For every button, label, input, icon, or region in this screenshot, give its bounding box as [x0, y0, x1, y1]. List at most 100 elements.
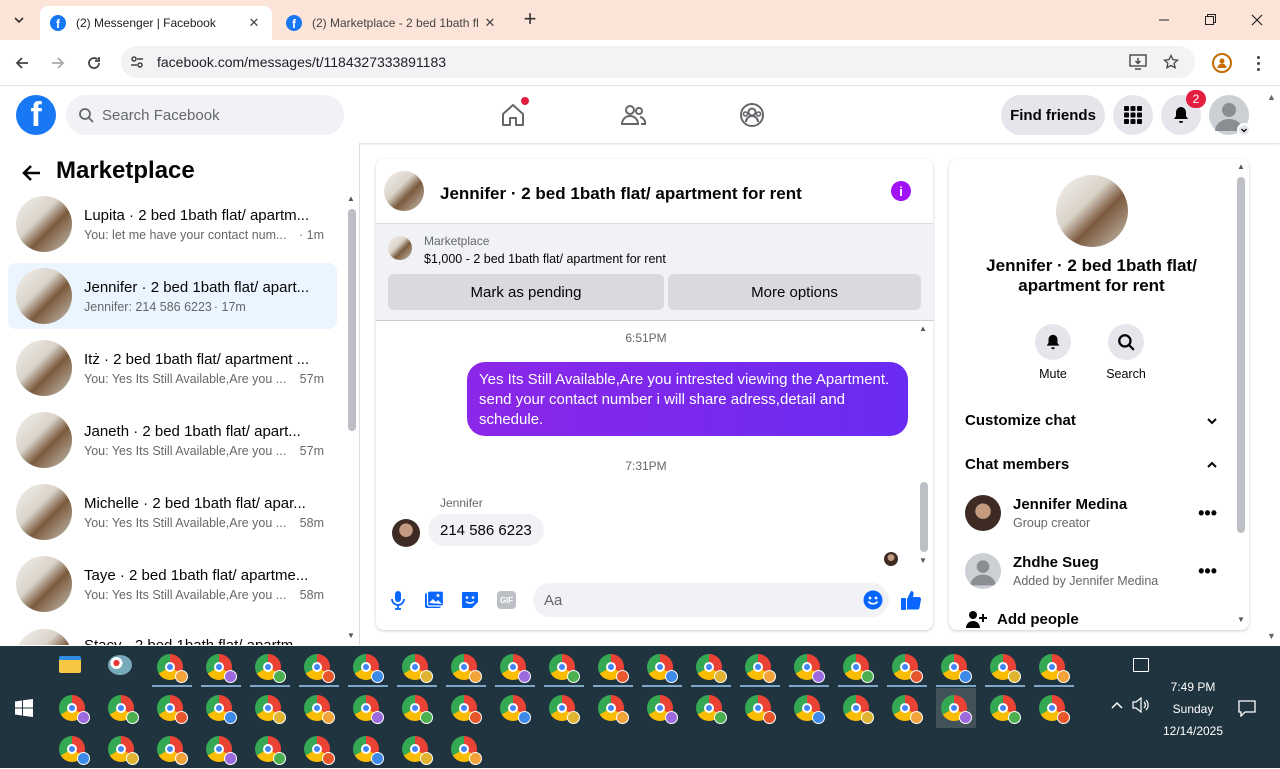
friends-nav[interactable] — [617, 99, 649, 131]
conversation-item[interactable]: Michelle · 2 bed 1bath flat/ apar... You… — [8, 479, 337, 545]
forward-button[interactable] — [46, 51, 70, 75]
chrome-profile-icon[interactable] — [593, 688, 633, 728]
chrome-profile-icon[interactable] — [201, 688, 241, 728]
chrome-profile-icon[interactable] — [936, 688, 976, 728]
action-center-button[interactable] — [1238, 699, 1256, 722]
conversation-info-button[interactable]: i — [891, 181, 911, 201]
chrome-profile-icon[interactable] — [446, 729, 486, 769]
chrome-profile-icon[interactable] — [152, 729, 192, 769]
close-window-button[interactable] — [1245, 11, 1269, 29]
start-button[interactable] — [15, 699, 33, 717]
incoming-message[interactable]: 214 586 6223 — [428, 514, 544, 546]
chrome-profile-icon[interactable] — [495, 647, 535, 687]
close-tab-icon[interactable]: ✕ — [482, 15, 498, 31]
show-hidden-icons-button[interactable] — [1110, 698, 1124, 715]
chrome-profile-icon[interactable] — [936, 647, 976, 687]
conversation-item[interactable]: Taye · 2 bed 1bath flat/ apartme... You:… — [8, 551, 337, 617]
chrome-profile-icon[interactable] — [250, 647, 290, 687]
new-tab-button[interactable]: + — [518, 8, 542, 32]
home-nav[interactable] — [497, 97, 529, 131]
chrome-profile-icon[interactable] — [299, 647, 339, 687]
page-scroll-down-arrow[interactable]: ▼ — [1267, 631, 1276, 641]
chrome-profile-icon[interactable] — [838, 688, 878, 728]
tab-messenger[interactable]: f (2) Messenger | Facebook ✕ — [40, 6, 272, 40]
chrome-profile-icon[interactable] — [54, 688, 94, 728]
bookmark-star-icon[interactable] — [1163, 54, 1179, 70]
conversation-item[interactable]: Lupita · 2 bed 1bath flat/ apartm... You… — [8, 191, 337, 257]
chrome-profile-icon[interactable] — [397, 647, 437, 687]
install-app-icon[interactable] — [1129, 54, 1147, 70]
chrome-profile-icon[interactable] — [544, 688, 584, 728]
attach-media-button[interactable] — [424, 590, 445, 610]
search-conversation-button[interactable]: Search — [1101, 324, 1151, 381]
chat-avatar[interactable] — [384, 171, 424, 211]
emoji-icon[interactable] — [863, 590, 883, 610]
chrome-profile-icon[interactable] — [985, 647, 1025, 687]
chrome-profile-icon[interactable] — [740, 647, 780, 687]
profile-button[interactable] — [1212, 53, 1232, 73]
chrome-profile-icon[interactable] — [740, 688, 780, 728]
reload-button[interactable] — [82, 51, 106, 75]
chrome-profile-icon[interactable] — [446, 688, 486, 728]
sender-avatar[interactable] — [392, 519, 420, 547]
system-clock[interactable]: 7:49 PM Sunday 12/14/2025 — [1158, 676, 1228, 742]
volume-button[interactable] — [1132, 696, 1150, 718]
chrome-profile-icon[interactable] — [201, 729, 241, 769]
info-scroll-up-arrow[interactable]: ▲ — [1237, 162, 1245, 171]
member-item[interactable]: Jennifer Medina Group creator ••• — [965, 493, 1225, 533]
chrome-profile-icon[interactable] — [446, 647, 486, 687]
conversation-item[interactable]: Itż · 2 bed 1bath flat/ apartment ... Yo… — [8, 335, 337, 401]
url-text[interactable]: facebook.com/messages/t/1184327333891183 — [157, 54, 446, 70]
back-button[interactable] — [20, 161, 44, 185]
facebook-logo[interactable]: f — [16, 95, 56, 135]
sticker-button[interactable] — [460, 590, 480, 610]
chrome-profile-icon[interactable] — [887, 688, 927, 728]
chrome-profile-icon[interactable] — [54, 729, 94, 769]
conversation-item[interactable]: Stacy · 2 bed 1bath flat/ apartm... — [8, 623, 337, 645]
chrome-profile-icon[interactable] — [299, 688, 339, 728]
find-friends-button[interactable]: Find friends — [1001, 95, 1105, 135]
chrome-profile-icon[interactable] — [985, 688, 1025, 728]
chrome-profile-icon[interactable] — [250, 688, 290, 728]
info-scroll-down-arrow[interactable]: ▼ — [1237, 615, 1245, 624]
chrome-profile-icon[interactable] — [348, 647, 388, 687]
paint-app-icon[interactable] — [103, 647, 143, 687]
page-scroll-up-arrow[interactable]: ▲ — [1267, 92, 1276, 102]
info-scrollbar[interactable] — [1237, 177, 1245, 533]
address-bar[interactable]: facebook.com/messages/t/1184327333891183 — [121, 46, 1195, 78]
chrome-profile-icon[interactable] — [299, 729, 339, 769]
chrome-profile-icon[interactable] — [789, 647, 829, 687]
tab-marketplace[interactable]: f (2) Marketplace - 2 bed 1bath fl ✕ — [276, 6, 508, 40]
gif-button[interactable]: GIF — [497, 591, 516, 609]
account-avatar[interactable] — [1209, 95, 1251, 137]
list-scroll-up-arrow[interactable]: ▲ — [347, 194, 355, 203]
chrome-profile-icon[interactable] — [348, 688, 388, 728]
conversation-item-selected[interactable]: Jennifer · 2 bed 1bath flat/ apart... Je… — [8, 263, 337, 329]
chrome-profile-icon[interactable] — [1034, 647, 1074, 687]
browser-menu-button[interactable] — [1248, 53, 1268, 73]
chrome-profile-icon[interactable] — [103, 729, 143, 769]
member-options-icon[interactable]: ••• — [1198, 561, 1217, 582]
customize-chat-section[interactable]: Customize chat — [965, 412, 1219, 429]
add-people-button[interactable]: Add people — [965, 609, 1079, 629]
chat-scroll-up-arrow[interactable]: ▲ — [919, 324, 927, 333]
member-item[interactable]: Zhdhe Sueg Added by Jennifer Medina ••• — [965, 551, 1225, 591]
chat-members-section[interactable]: Chat members — [965, 456, 1219, 473]
listing-title[interactable]: $1,000 - 2 bed 1bath flat/ apartment for… — [424, 252, 666, 266]
menu-button[interactable] — [1113, 95, 1153, 135]
chrome-profile-icon[interactable] — [201, 647, 241, 687]
conversation-item[interactable]: Janeth · 2 bed 1bath flat/ apart... You:… — [8, 407, 337, 473]
tab-search-button[interactable] — [8, 9, 30, 31]
restore-button[interactable] — [1198, 11, 1222, 29]
chat-scroll-down-arrow[interactable]: ▼ — [919, 556, 927, 565]
groups-nav[interactable] — [736, 99, 768, 131]
minimize-button[interactable] — [1152, 11, 1176, 29]
network-icon[interactable] — [1133, 658, 1149, 672]
outgoing-message[interactable]: Yes Its Still Available,Are you intreste… — [467, 362, 908, 436]
chrome-profile-icon[interactable] — [397, 729, 437, 769]
more-options-button[interactable]: More options — [668, 274, 921, 310]
search-input[interactable]: Search Facebook — [66, 95, 344, 135]
chrome-profile-icon[interactable] — [152, 647, 192, 687]
chrome-profile-icon[interactable] — [691, 688, 731, 728]
like-button[interactable] — [900, 589, 922, 611]
